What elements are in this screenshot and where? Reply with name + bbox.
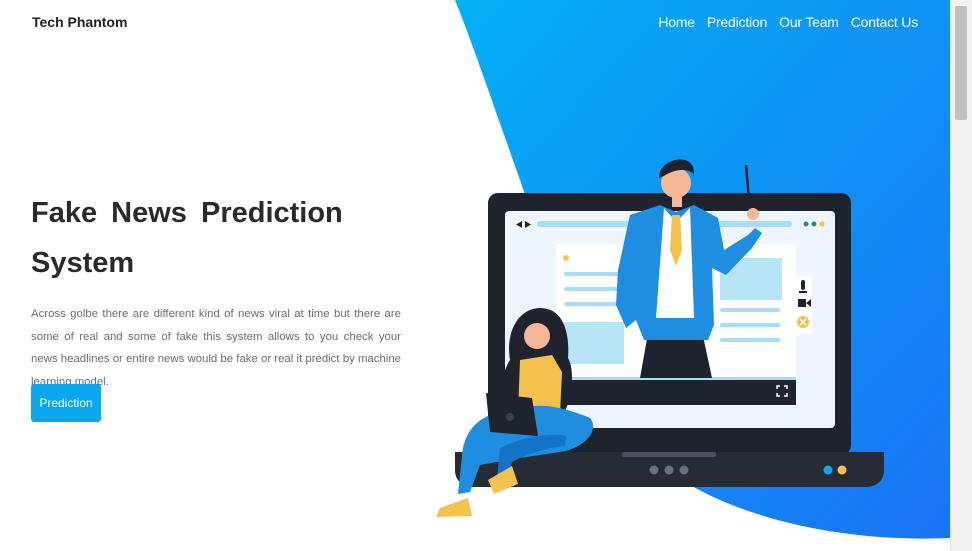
hero-description: Across golbe there are different kind of… [31, 308, 401, 388]
prediction-button[interactable]: Prediction [31, 384, 101, 422]
page-scrollbar[interactable] [950, 0, 972, 551]
nav-team-link[interactable]: Our Team [779, 14, 839, 30]
online-teaching-illustration [436, 159, 884, 517]
brand-logo[interactable]: Tech Phantom [32, 14, 127, 30]
nav-contact-link[interactable]: Contact Us [851, 14, 918, 30]
scrollbar-thumb[interactable] [955, 6, 967, 120]
nav-home-link[interactable]: Home [658, 14, 695, 30]
hero-title: Fake News Prediction System [31, 197, 343, 279]
close-icon [797, 316, 809, 328]
nav-prediction-link[interactable]: Prediction [707, 14, 767, 30]
main-nav: Home Prediction Our Team Contact Us [658, 14, 918, 30]
